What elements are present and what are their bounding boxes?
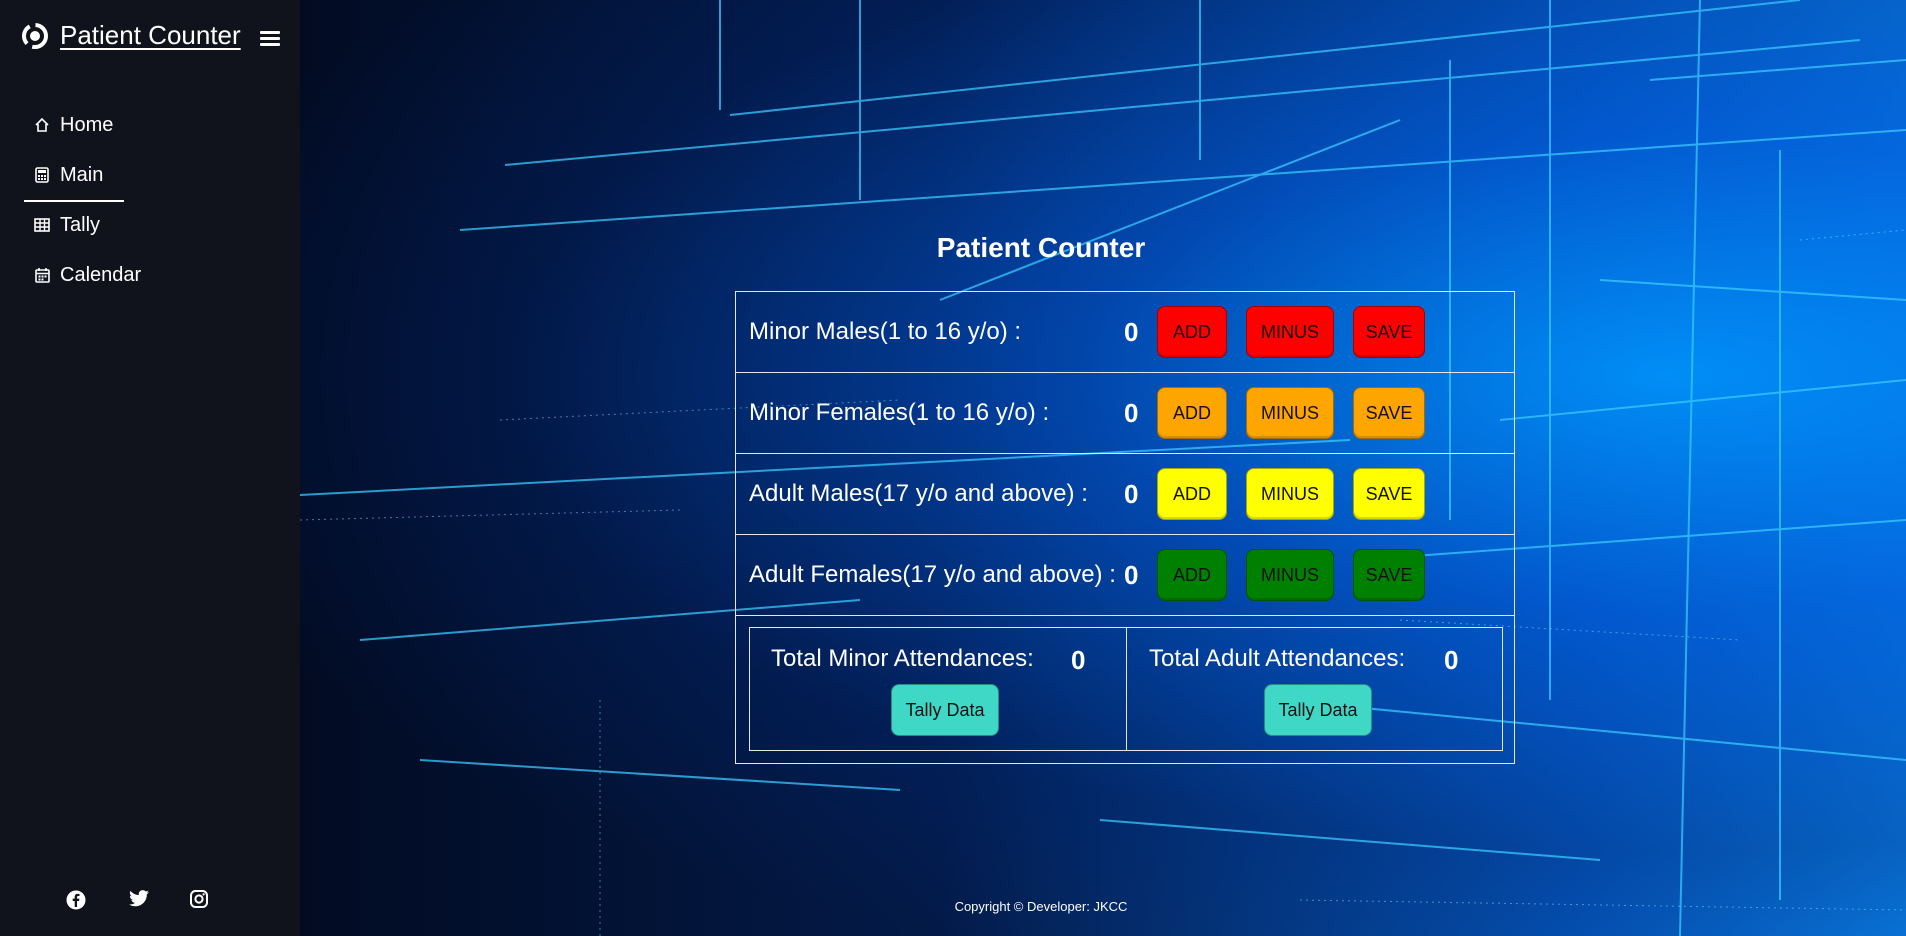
- row-label: Minor Males(1 to 16 y/o) :: [749, 318, 1022, 345]
- sidebar-nav: Home Main Tally Calendar: [24, 100, 141, 300]
- sidebar-item-tally[interactable]: Tally: [24, 200, 141, 250]
- total-adult-value: 0: [1444, 645, 1459, 675]
- row-label: Minor Females(1 to 16 y/o) :: [749, 399, 1050, 426]
- minus-button[interactable]: MINUS: [1246, 549, 1334, 601]
- add-button[interactable]: ADD: [1157, 468, 1227, 520]
- counter-row-adult-females: Adult Females(17 y/o and above) : 0 ADD …: [736, 535, 1514, 616]
- minus-button[interactable]: MINUS: [1246, 306, 1334, 358]
- add-button[interactable]: ADD: [1157, 549, 1227, 601]
- add-button[interactable]: ADD: [1157, 306, 1227, 358]
- minus-button[interactable]: MINUS: [1246, 468, 1334, 520]
- totals-box: Total Minor Attendances: 0 Tally Data To…: [749, 627, 1503, 751]
- counter-panel: Minor Males(1 to 16 y/o) : 0 ADD MINUS S…: [735, 291, 1515, 764]
- brand[interactable]: Patient Counter: [20, 20, 241, 51]
- sidebar-item-main[interactable]: Main: [24, 150, 141, 202]
- row-count: 0: [1124, 397, 1139, 428]
- save-button[interactable]: SAVE: [1353, 306, 1425, 358]
- row-count: 0: [1124, 316, 1139, 347]
- twitter-icon[interactable]: [128, 890, 150, 912]
- social-links: [66, 890, 252, 912]
- total-minor-label: Total Minor Attendances:: [771, 645, 1034, 672]
- row-label: Adult Males(17 y/o and above) :: [749, 480, 1088, 507]
- facebook-icon[interactable]: [66, 890, 88, 912]
- tally-data-button-minor[interactable]: Tally Data: [891, 684, 999, 736]
- sidebar-item-home[interactable]: Home: [24, 100, 141, 150]
- sidebar-item-calendar[interactable]: Calendar: [24, 250, 141, 300]
- menu-toggle-icon[interactable]: [260, 31, 280, 49]
- sidebar-item-label: Tally: [60, 213, 101, 236]
- counter-row-adult-males: Adult Males(17 y/o and above) : 0 ADD MI…: [736, 454, 1514, 535]
- minus-button[interactable]: MINUS: [1246, 387, 1334, 439]
- page-title: Patient Counter: [936, 232, 1146, 263]
- save-button[interactable]: SAVE: [1353, 549, 1425, 601]
- save-button[interactable]: SAVE: [1353, 468, 1425, 520]
- sidebar-item-label: Main: [60, 163, 104, 186]
- total-minor-value: 0: [1071, 645, 1086, 675]
- total-minor-cell: Total Minor Attendances: 0 Tally Data: [750, 628, 1126, 750]
- brand-logo-icon: [20, 21, 50, 51]
- counter-row-minor-males: Minor Males(1 to 16 y/o) : 0 ADD MINUS S…: [736, 292, 1514, 373]
- main-area: Patient Counter Minor Males(1 to 16 y/o)…: [300, 0, 1906, 936]
- row-count: 0: [1124, 478, 1139, 509]
- table-icon: [32, 215, 52, 235]
- add-button[interactable]: ADD: [1157, 387, 1227, 439]
- tally-data-button-adult[interactable]: Tally Data: [1264, 684, 1372, 736]
- row-count: 0: [1124, 559, 1139, 590]
- calendar-icon: [32, 265, 52, 285]
- brand-title[interactable]: Patient Counter: [60, 20, 241, 51]
- copyright-text: Copyright © Developer: JKCC: [954, 899, 1128, 914]
- sidebar-item-label: Home: [60, 113, 114, 136]
- save-button[interactable]: SAVE: [1353, 387, 1425, 439]
- sidebar-item-label: Calendar: [60, 263, 142, 286]
- instagram-icon[interactable]: [190, 890, 212, 912]
- counter-row-minor-females: Minor Females(1 to 16 y/o) : 0 ADD MINUS…: [736, 373, 1514, 454]
- total-adult-label: Total Adult Attendances:: [1149, 645, 1406, 672]
- row-label: Adult Females(17 y/o and above) :: [749, 561, 1116, 588]
- total-adult-cell: Total Adult Attendances: 0 Tally Data: [1126, 628, 1502, 750]
- home-icon: [32, 115, 52, 135]
- calculator-icon: [32, 165, 52, 185]
- sidebar: Patient Counter Home Main Tally Calendar: [0, 0, 300, 936]
